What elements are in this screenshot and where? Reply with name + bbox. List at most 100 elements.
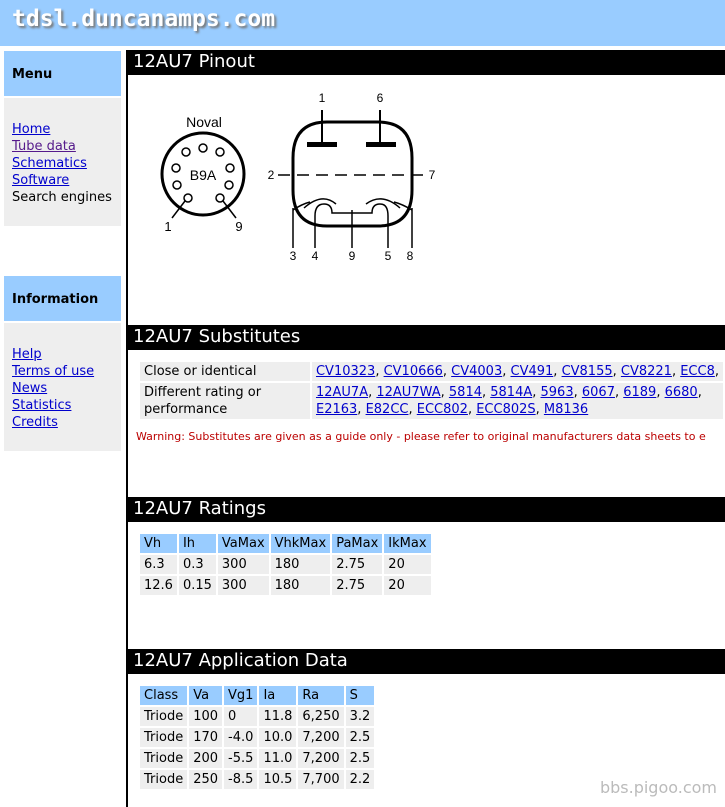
table-cell: 300: [217, 555, 269, 574]
table-row: Different rating or performance 12AU7A, …: [140, 383, 723, 419]
table-row: 12.6 0.15 300 180 2.75 20: [140, 576, 431, 595]
table-cell: Triode: [140, 707, 188, 726]
pin-label: 1: [319, 91, 326, 105]
column-header: PaMax: [332, 534, 383, 553]
nav-software[interactable]: Software: [12, 172, 113, 189]
site-title[interactable]: tdsl.duncanamps.com: [12, 6, 275, 32]
substitute-link[interactable]: CV10666: [384, 364, 443, 379]
pinout-title: 12AU7 Pinout: [128, 50, 725, 75]
information-heading: Information: [4, 276, 121, 321]
nav-credits[interactable]: Credits: [12, 414, 113, 431]
substitute-link[interactable]: 12AU7A: [316, 385, 368, 400]
table-cell: -8.5: [224, 770, 258, 789]
column-header: S: [345, 686, 375, 705]
table-cell: 20: [384, 576, 431, 595]
table-row: Triode 250 -8.5 10.5 7,700 2.2: [140, 770, 375, 789]
table-cell: 6,250: [298, 707, 344, 726]
substitute-link[interactable]: CV10323: [316, 364, 375, 379]
substitute-link[interactable]: M8136: [544, 402, 588, 417]
substitute-link[interactable]: E2163: [316, 402, 357, 417]
table-cell: 10.5: [259, 770, 297, 789]
nav-statistics[interactable]: Statistics: [12, 397, 113, 414]
table-row: Triode 170 -4.0 10.0 7,200 2.5: [140, 728, 375, 747]
column-header: VhkMax: [270, 534, 331, 553]
column-header: Vg1: [224, 686, 258, 705]
menu-nav: Home Tube data Schematics Software Searc…: [4, 98, 121, 226]
table-cell: 11.8: [259, 707, 297, 726]
substitute-link[interactable]: E82CC: [366, 402, 409, 417]
base-name: Noval: [186, 114, 222, 130]
column-header: Ra: [298, 686, 344, 705]
table-row: Close or identical CV10323, CV10666, CV4…: [140, 362, 723, 381]
application-table: Class Va Vg1 Ia Ra S Triode 100 0 11.8 6,250 3.2 Tri…: [138, 684, 376, 791]
table-cell: 7,700: [298, 770, 344, 789]
table-cell: Triode: [140, 749, 188, 768]
pin-label: 4: [312, 249, 319, 263]
nav-help[interactable]: Help: [12, 346, 113, 363]
substitute-link[interactable]: CV4003: [451, 364, 502, 379]
table-cell: 20: [384, 555, 431, 574]
substitute-link[interactable]: 6189: [623, 385, 656, 400]
table-header-row: Class Va Vg1 Ia Ra S: [140, 686, 375, 705]
table-cell: 300: [217, 576, 269, 595]
table-row: Triode 100 0 11.8 6,250 3.2: [140, 707, 375, 726]
nav-search-engines[interactable]: Search engines: [12, 189, 113, 206]
ratings-table: Vh Ih VaMax VhkMax PaMax IkMax 6.3 0.3 300 180 2.7…: [138, 532, 433, 597]
column-header: VaMax: [217, 534, 269, 553]
substitutes-links: CV10323, CV10666, CV4003, CV491, CV8155,…: [311, 362, 723, 381]
substitute-link[interactable]: CV8221: [621, 364, 672, 379]
substitute-link[interactable]: 6067: [582, 385, 615, 400]
nav-news[interactable]: News: [12, 380, 113, 397]
pin-label: 9: [349, 249, 356, 263]
table-cell: 0: [224, 707, 258, 726]
table-cell: 180: [270, 576, 331, 595]
menu-heading: Menu: [4, 51, 121, 96]
substitutes-label: Different rating or performance: [140, 383, 310, 419]
substitutes-table: Close or identical CV10323, CV10666, CV4…: [138, 360, 725, 421]
substitute-link[interactable]: CV491: [511, 364, 554, 379]
substitute-link[interactable]: 5814A: [490, 385, 532, 400]
substitute-link[interactable]: 12AU7WA: [376, 385, 440, 400]
pin-label: 3: [290, 249, 297, 263]
table-cell: Triode: [140, 728, 188, 747]
table-cell: 7,200: [298, 728, 344, 747]
column-header: Ih: [178, 534, 216, 553]
table-cell: 250: [189, 770, 223, 789]
site-header: tdsl.duncanamps.com: [0, 0, 725, 46]
nav-home[interactable]: Home: [12, 121, 113, 138]
column-header: Vh: [140, 534, 177, 553]
substitutes-title: 12AU7 Substitutes: [128, 325, 725, 350]
nav-tube-data[interactable]: Tube data: [12, 138, 113, 155]
base-pin-label: 9: [235, 219, 242, 234]
substitute-link[interactable]: 5814: [449, 385, 482, 400]
substitute-link[interactable]: 6680: [665, 385, 698, 400]
substitute-link[interactable]: ECC802: [417, 402, 468, 417]
substitute-link[interactable]: ECC8: [680, 364, 715, 379]
column-header: Ia: [259, 686, 297, 705]
pinout-diagram: Noval B9A 1 9 1 6 2 7 3 4 9 5 8: [160, 91, 436, 263]
substitute-link[interactable]: 5963: [541, 385, 574, 400]
table-row: Triode 200 -5.5 11.0 7,200 2.5: [140, 749, 375, 768]
table-header-row: Vh Ih VaMax VhkMax PaMax IkMax: [140, 534, 431, 553]
ratings-title: 12AU7 Ratings: [128, 497, 725, 522]
table-cell: 7,200: [298, 749, 344, 768]
pin-label: 7: [429, 168, 436, 182]
table-cell: 0.15: [178, 576, 216, 595]
table-cell: 6.3: [140, 555, 177, 574]
pin-label: 6: [377, 91, 384, 105]
nav-schematics[interactable]: Schematics: [12, 155, 113, 172]
table-cell: 2.75: [332, 576, 383, 595]
nav-terms[interactable]: Terms of use: [12, 363, 113, 380]
table-cell: 180: [270, 555, 331, 574]
substitute-link[interactable]: CV8155: [562, 364, 613, 379]
substitutes-label: Close or identical: [140, 362, 310, 381]
main-content: 12AU7 Pinout Noval B9A 1 9 1 6 2 7 3 4 9…: [126, 50, 725, 807]
table-cell: 12.6: [140, 576, 177, 595]
table-cell: 2.75: [332, 555, 383, 574]
substitute-link[interactable]: ECC802S: [476, 402, 535, 417]
pin-label: 8: [407, 249, 414, 263]
substitutes-warning: Warning: Substitutes are given as a guid…: [136, 430, 706, 443]
column-header: Class: [140, 686, 188, 705]
watermark: bbs.pigoo.com: [599, 778, 717, 797]
table-cell: 200: [189, 749, 223, 768]
